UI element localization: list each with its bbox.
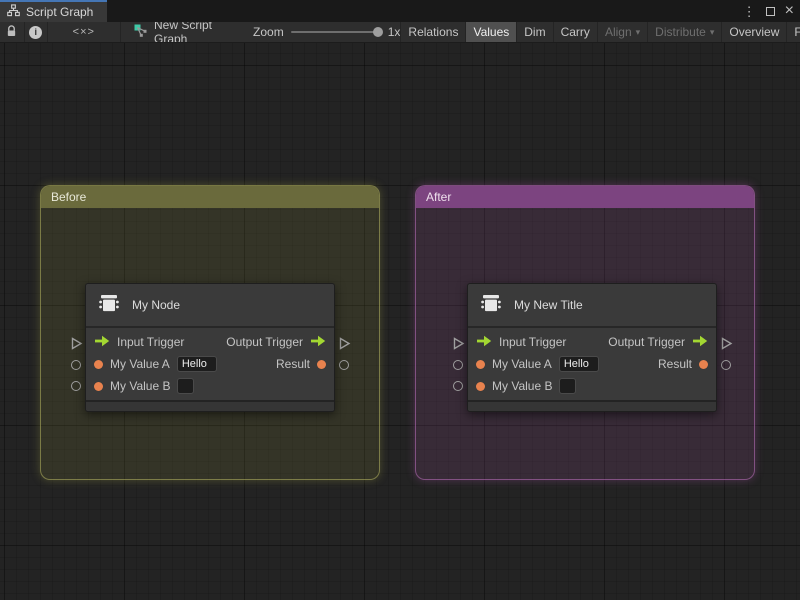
node-title: My New Title	[514, 298, 583, 312]
values-button[interactable]: Values	[465, 22, 517, 42]
port-label: Output Trigger	[226, 335, 303, 349]
graph-name-label: New Script Graph	[153, 22, 212, 43]
node-footer	[86, 400, 334, 411]
value-port-icon[interactable]	[317, 359, 326, 369]
zoom-value: 1x	[387, 25, 401, 39]
flow-port-outline-icon[interactable]	[452, 337, 465, 355]
relations-button[interactable]: Relations	[400, 22, 465, 42]
node-footer	[468, 400, 716, 411]
info-icon: i	[29, 25, 43, 39]
value-a-input[interactable]	[558, 356, 599, 372]
flow-in-icon[interactable]	[476, 335, 492, 350]
node-header[interactable]: My Node	[86, 284, 334, 328]
hierarchy-graph-icon	[7, 4, 20, 20]
zoom-control: Zoom 1x	[243, 22, 400, 42]
menu-dots-icon[interactable]: ⋮	[743, 5, 756, 18]
zoom-label: Zoom	[253, 25, 284, 39]
port-label: My Value A	[110, 357, 170, 371]
fullscreen-button[interactable]: Full Screen	[786, 22, 800, 42]
align-dropdown[interactable]: Align ▾	[596, 22, 647, 42]
group-after-header[interactable]: After	[416, 186, 754, 208]
value-port-outline-icon[interactable]	[339, 360, 349, 370]
tab-script-graph[interactable]: Script Graph	[0, 0, 108, 22]
flow-out-icon[interactable]	[310, 335, 326, 350]
flow-port-outline-icon[interactable]	[338, 337, 351, 355]
port-label: My Value A	[492, 357, 552, 371]
value-port-icon[interactable]	[94, 381, 103, 391]
code-preview-button[interactable]: <×>	[48, 22, 121, 42]
overview-button[interactable]: Overview	[721, 22, 786, 42]
distribute-dropdown[interactable]: Distribute ▾	[647, 22, 721, 42]
value-port-outline-icon[interactable]	[721, 360, 731, 370]
node-header[interactable]: My New Title	[468, 284, 716, 328]
port-label: Input Trigger	[117, 335, 185, 349]
zoom-slider-track[interactable]	[290, 27, 383, 37]
value-a-input[interactable]	[176, 356, 217, 372]
graph-name-section: New Script Graph	[121, 22, 243, 42]
flow-out-icon[interactable]	[692, 335, 708, 350]
carry-button[interactable]: Carry	[552, 22, 597, 42]
toolbar-buttons: Relations Values Dim Carry Align ▾ Distr…	[400, 22, 800, 42]
node-ports: Input Trigger Output Trigger My Value A …	[468, 328, 716, 400]
info-button[interactable]: i	[25, 22, 48, 42]
value-port-icon[interactable]	[94, 359, 103, 369]
flow-in-icon[interactable]	[94, 335, 110, 350]
value-port-outline-icon[interactable]	[453, 360, 463, 370]
zoom-slider-handle[interactable]	[372, 27, 383, 37]
maximize-icon[interactable]	[765, 6, 775, 16]
port-label: My Value B	[110, 379, 171, 393]
chevron-down-icon: ▾	[635, 26, 641, 37]
value-port-icon[interactable]	[476, 381, 485, 391]
value-port-icon[interactable]	[476, 359, 485, 369]
port-label: Result	[275, 357, 310, 371]
value-b-input[interactable]	[177, 378, 195, 394]
node-title: My Node	[132, 298, 181, 312]
lock-button[interactable]	[0, 22, 25, 42]
node-my-node[interactable]: My Node Input Trigger Output Trigger My …	[85, 283, 335, 412]
graph-canvas[interactable]: Before After My Node Input Trigger Outpu…	[0, 43, 800, 600]
close-icon[interactable]: ×	[785, 3, 794, 19]
dim-button[interactable]: Dim	[516, 22, 552, 42]
flow-port-outline-icon[interactable]	[720, 337, 733, 355]
group-title: Before	[51, 190, 87, 204]
port-label: Output Trigger	[608, 335, 685, 349]
node-my-new-title[interactable]: My New Title Input Trigger Output Trigge…	[467, 283, 717, 412]
value-port-outline-icon[interactable]	[71, 360, 81, 370]
node-ports: Input Trigger Output Trigger My Value A …	[86, 328, 334, 400]
window-controls: ⋮ ×	[743, 0, 800, 22]
chevron-down-icon: ▾	[709, 26, 715, 37]
lock-icon	[6, 24, 17, 40]
group-before-header[interactable]: Before	[41, 186, 379, 208]
port-label: My Value B	[492, 379, 553, 393]
unit-icon	[478, 290, 504, 321]
value-port-outline-icon[interactable]	[453, 381, 463, 391]
code-icon: <×>	[72, 26, 95, 38]
script-graph-icon	[134, 24, 148, 41]
group-title: After	[426, 190, 452, 204]
flow-port-outline-icon[interactable]	[70, 337, 83, 355]
unit-icon	[96, 290, 122, 321]
value-port-outline-icon[interactable]	[71, 381, 81, 391]
graph-toolbar: i <×> New Script Graph Zoom 1x Relations…	[0, 22, 800, 43]
tab-label: Script Graph	[26, 5, 94, 19]
value-b-input[interactable]	[559, 378, 577, 394]
tab-bar: Script Graph ⋮ ×	[0, 0, 800, 22]
port-label: Input Trigger	[499, 335, 567, 349]
value-port-icon[interactable]	[699, 359, 708, 369]
port-label: Result	[657, 357, 692, 371]
